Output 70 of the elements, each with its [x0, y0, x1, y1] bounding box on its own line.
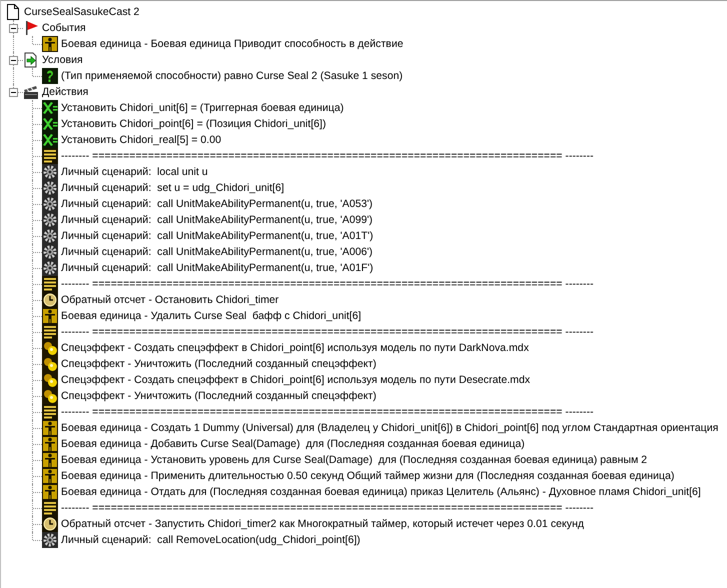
- gear-icon: [42, 244, 58, 260]
- action-line[interactable]: Личный сценарий: local unit u: [61, 164, 208, 180]
- document-arrow-icon: [23, 52, 39, 68]
- clock-icon: [42, 516, 58, 532]
- action-line[interactable]: Боевая единица - Добавить Curse Seal(Damage) для (Последняя созданная боевая единица): [61, 436, 525, 452]
- action-line[interactable]: Личный сценарий: call UnitMakeAbilityPermanent(u, true, 'A01F'): [61, 260, 374, 276]
- action-line[interactable]: Боевая единица - Боевая единица Приводит способность в действие: [61, 36, 404, 52]
- action-line[interactable]: Личный сценарий: call UnitMakeAbilityPermanent(u, true, 'A01T'): [61, 228, 374, 244]
- flag-icon: [23, 20, 39, 36]
- section-label[interactable]: Действия: [42, 84, 88, 100]
- action-line[interactable]: Личный сценарий: call UnitMakeAbilityPermanent(u, true, 'A006'): [61, 244, 373, 260]
- action-line[interactable]: Установить Chidori_point[6] = (Позиция Chidori_unit[6]): [61, 116, 326, 132]
- trigger-title[interactable]: CurseSealSasukeCast 2: [24, 4, 140, 20]
- figure-icon: [42, 484, 58, 500]
- section-label[interactable]: Условия: [42, 52, 83, 68]
- action-line[interactable]: Спецэффект - Создать спецэффект в Chidori_point[6] используя модель по пути Desecrate.mdx: [61, 372, 530, 388]
- action-line[interactable]: Личный сценарий: set u = udg_Chidori_unit[6]: [61, 180, 284, 196]
- variable-icon: [42, 132, 58, 148]
- note-icon: [42, 276, 58, 292]
- gear-icon: [42, 180, 58, 196]
- action-line[interactable]: Спецэффект - Уничтожить (Последний созданный спецэффект): [61, 356, 376, 372]
- gear-icon: [42, 532, 58, 548]
- note-icon: [42, 500, 58, 516]
- action-line[interactable]: Обратный отсчет - Остановить Chidori_timer: [61, 292, 279, 308]
- figure-icon: [42, 436, 58, 452]
- clapperboard-icon: [23, 84, 39, 100]
- figure-icon: [42, 36, 58, 52]
- document-icon: [5, 4, 21, 20]
- gear-icon: [42, 196, 58, 212]
- note-icon: [42, 324, 58, 340]
- collapse-toggle[interactable]: [9, 56, 18, 65]
- orb-icon: [42, 340, 58, 356]
- figure-icon: [42, 308, 58, 324]
- comment-line[interactable]: -------- ============================================================================ --------: [61, 276, 594, 292]
- action-line[interactable]: Боевая единица - Создать 1 Dummy (Universal) для (Владелец у Chidori_unit[6]) в Chidori_point[6] под углом Стандартная ориентация: [61, 420, 718, 436]
- collapse-toggle[interactable]: [9, 24, 18, 33]
- action-line[interactable]: Боевая единица - Отдать для (Последняя созданная боевая единица) приказ Целитель (Альянс) - Духовное пламя Chidori_unit[6]: [61, 484, 701, 500]
- action-line[interactable]: Боевая единица - Применить длительностью 0.50 секунд Общий таймер жизни для (Последняя созданная боевая единица): [61, 468, 674, 484]
- action-line[interactable]: Боевая единица - Удалить Curse Seal бафф с Chidori_unit[6]: [61, 308, 362, 324]
- gear-icon: [42, 212, 58, 228]
- comment-line[interactable]: -------- ============================================================================ --------: [61, 148, 594, 164]
- variable-icon: [42, 100, 58, 116]
- comment-line[interactable]: -------- ============================================================================ --------: [61, 324, 594, 340]
- orb-icon: [42, 388, 58, 404]
- gear-icon: [42, 164, 58, 180]
- action-line[interactable]: Спецэффект - Уничтожить (Последний созданный спецэффект): [61, 388, 376, 404]
- comment-line[interactable]: -------- ============================================================================ --------: [61, 500, 594, 516]
- action-line[interactable]: Установить Chidori_unit[6] = (Триггерная боевая единица): [61, 100, 344, 116]
- collapse-toggle[interactable]: [9, 88, 18, 97]
- action-line[interactable]: Боевая единица - Установить уровень для Curse Seal(Damage) для (Последняя созданная боевая единица) равным 2: [61, 452, 648, 468]
- clock-icon: [42, 292, 58, 308]
- section-label[interactable]: События: [42, 20, 86, 36]
- gear-icon: [42, 228, 58, 244]
- action-line[interactable]: Личный сценарий: call UnitMakeAbilityPermanent(u, true, 'A053'): [61, 196, 373, 212]
- orb-icon: [42, 356, 58, 372]
- action-line[interactable]: Обратный отсчет - Запустить Chidori_timer2 как Многократный таймер, который истечет через 0.01 секунд: [61, 516, 584, 532]
- question-icon: [42, 68, 58, 84]
- action-line[interactable]: (Тип применяемой способности) равно Curse Seal 2 (Sasuke 1 seson): [61, 68, 403, 84]
- note-icon: [42, 404, 58, 420]
- action-line[interactable]: Личный сценарий: call RemoveLocation(udg_Chidori_point[6]): [61, 532, 360, 548]
- figure-icon: [42, 420, 58, 436]
- figure-icon: [42, 452, 58, 468]
- gear-icon: [42, 260, 58, 276]
- action-line[interactable]: Личный сценарий: call UnitMakeAbilityPermanent(u, true, 'A099'): [61, 212, 373, 228]
- orb-icon: [42, 372, 58, 388]
- action-line[interactable]: Спецэффект - Создать спецэффект в Chidori_point[6] используя модель по пути DarkNova.mdx: [61, 340, 529, 356]
- comment-line[interactable]: -------- ============================================================================ --------: [61, 404, 594, 420]
- action-line[interactable]: Установить Chidori_real[5] = 0.00: [61, 132, 222, 148]
- figure-icon: [42, 468, 58, 484]
- note-icon: [42, 148, 58, 164]
